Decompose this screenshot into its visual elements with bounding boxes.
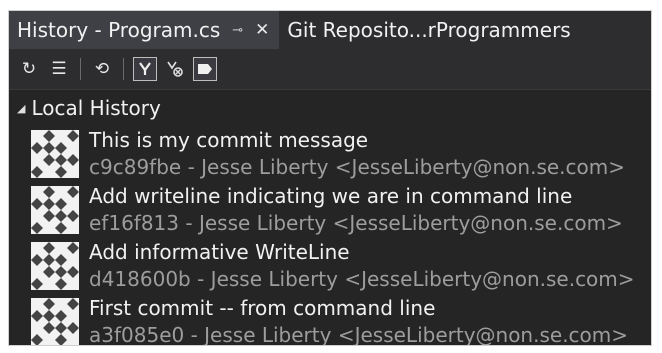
commit-meta: a3f085e0 - Jesse Liberty <JesseLiberty@n… [89, 323, 629, 346]
group-label: Local History [31, 96, 161, 120]
local-history-group[interactable]: ◢ Local History [9, 90, 651, 126]
close-icon[interactable]: ✕ [255, 20, 269, 40]
tab-label: Git Reposito...rProgrammers [287, 18, 571, 42]
commit-message: Add writeline indicating we are in comma… [89, 184, 573, 208]
commit-message: This is my commit message [89, 128, 369, 152]
avatar [31, 298, 79, 345]
branch-compare-icon[interactable] [163, 57, 187, 81]
history-window: History - Program.cs ⊸ ✕ Git Reposito...… [8, 10, 652, 346]
avatar [31, 186, 79, 234]
commit-meta: ef16f813 - Jesse Liberty <JesseLiberty@n… [89, 211, 623, 235]
commit-row[interactable]: First commit -- from command line a3f085… [9, 294, 651, 346]
history-icon[interactable]: ⟲ [90, 57, 114, 81]
commit-meta: c9c89fbe - Jesse Liberty <JesseLiberty@n… [89, 155, 626, 179]
tab-strip: History - Program.cs ⊸ ✕ Git Reposito...… [9, 11, 651, 49]
pin-icon[interactable]: ⊸ [232, 23, 243, 38]
commit-message: First commit -- from command line [89, 296, 436, 320]
list-view-icon[interactable]: ☰ [47, 57, 71, 81]
toolbar-divider [80, 58, 81, 80]
commit-message: Add informative WriteLine [89, 240, 350, 264]
toolbar-divider [123, 58, 124, 80]
commit-list: This is my commit message c9c89fbe - Jes… [9, 126, 651, 346]
graph-view-icon[interactable] [133, 57, 157, 81]
avatar [31, 130, 79, 178]
tag-icon[interactable] [193, 57, 217, 81]
commit-row[interactable]: Add writeline indicating we are in comma… [9, 182, 651, 238]
avatar [31, 242, 79, 290]
history-toolbar: ↻ ☰ ⟲ [9, 49, 651, 90]
commit-row[interactable]: This is my commit message c9c89fbe - Jes… [9, 126, 651, 182]
tab-history-program[interactable]: History - Program.cs ⊸ ✕ [9, 11, 280, 49]
commit-meta: d418600b - Jesse Liberty <JesseLiberty@n… [89, 267, 635, 291]
commit-row[interactable]: Add informative WriteLine d418600b - Jes… [9, 238, 651, 294]
refresh-icon[interactable]: ↻ [17, 57, 41, 81]
tab-label: History - Program.cs [17, 18, 221, 42]
tab-git-repository[interactable]: Git Reposito...rProgrammers [279, 11, 580, 49]
expand-triangle-icon[interactable]: ◢ [17, 102, 25, 115]
